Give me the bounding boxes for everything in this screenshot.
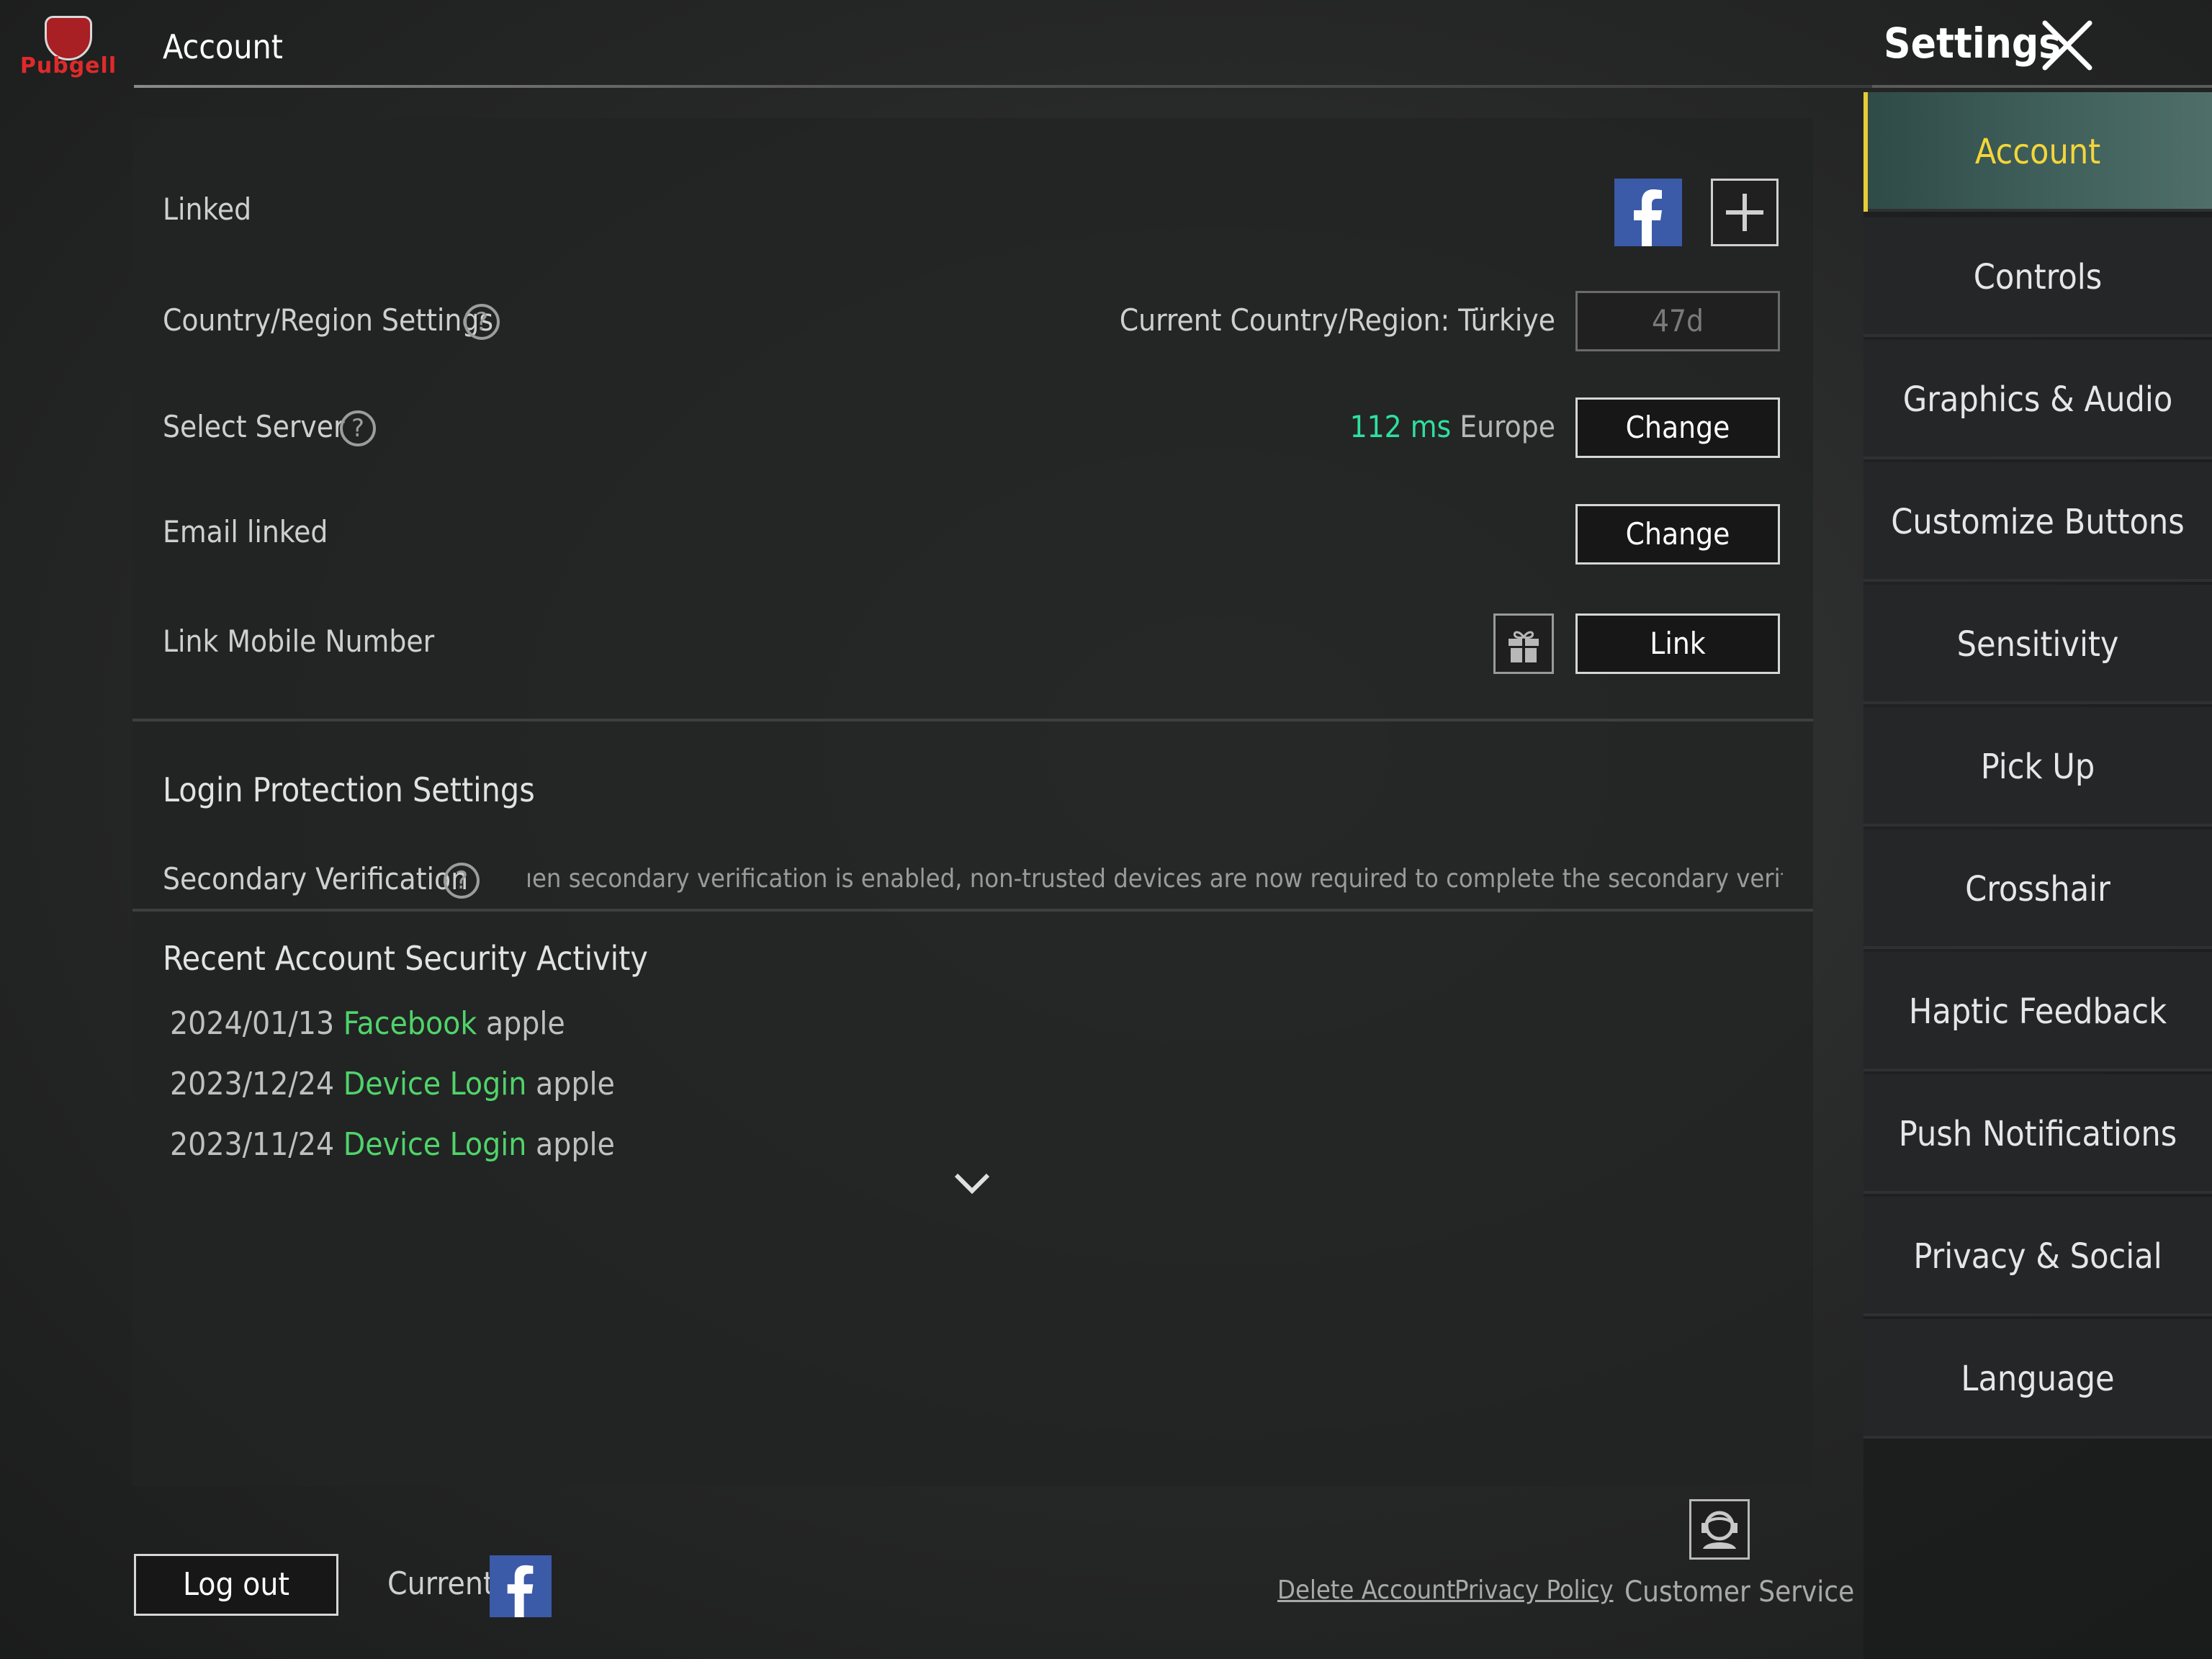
- activity-event: Facebook: [343, 1005, 477, 1042]
- help-icon[interactable]: ?: [340, 410, 376, 446]
- settings-divider: [1872, 85, 2212, 88]
- section-divider: [132, 909, 1813, 912]
- server-status: 112 ms Europe: [1152, 409, 1555, 444]
- change-email-button[interactable]: Change: [1575, 504, 1780, 565]
- sidebar-item-sensitivity[interactable]: Sensitivity: [1863, 585, 2212, 704]
- sidebar-item-crosshair[interactable]: Crosshair: [1863, 830, 2212, 949]
- activity-device: apple: [535, 1066, 615, 1102]
- current-account-label: Current: [387, 1565, 495, 1602]
- secondary-verification-label: Secondary Verification: [163, 861, 469, 896]
- section-divider: [132, 719, 1813, 721]
- activity-date: 2023/11/24: [170, 1126, 335, 1163]
- server-region: Europe: [1460, 409, 1555, 444]
- login-protection-heading: Login Protection Settings: [163, 770, 535, 809]
- settings-title: Settings: [1884, 19, 2062, 68]
- activity-event: Device Login: [343, 1066, 527, 1102]
- gift-icon[interactable]: [1493, 613, 1554, 674]
- logout-button[interactable]: Log out: [134, 1554, 338, 1616]
- sidebar-item-privacy-social[interactable]: Privacy & Social: [1863, 1197, 2212, 1316]
- activity-item: 2024/01/13 Facebook apple: [170, 1005, 565, 1042]
- server-ping: 112 ms: [1349, 409, 1452, 444]
- customer-service-label[interactable]: Customer Service: [1624, 1575, 1854, 1609]
- country-cooldown-button: 47d: [1575, 291, 1780, 351]
- sidebar-item-pick-up[interactable]: Pick Up: [1863, 707, 2212, 827]
- link-mobile-button[interactable]: Link: [1575, 613, 1780, 674]
- privacy-policy-link[interactable]: Privacy Policy: [1455, 1575, 1613, 1605]
- help-icon[interactable]: ?: [444, 863, 480, 899]
- add-link-button[interactable]: [1711, 179, 1779, 246]
- sidebar-item-controls[interactable]: Controls: [1863, 217, 2212, 337]
- activity-event: Device Login: [343, 1126, 527, 1163]
- activity-date: 2024/01/13: [170, 1005, 335, 1042]
- sidebar-item-language[interactable]: Language: [1863, 1319, 2212, 1439]
- activity-item: 2023/11/24 Device Login apple: [170, 1126, 615, 1163]
- sidebar-item-graphics-audio[interactable]: Graphics & Audio: [1863, 340, 2212, 459]
- delete-account-link[interactable]: Delete Account: [1277, 1575, 1455, 1605]
- current-country-text: Current Country/Region: Türkiye: [1119, 302, 1555, 338]
- recent-activity-heading: Recent Account Security Activity: [163, 939, 648, 978]
- game-logo: Pubgell: [16, 13, 121, 85]
- active-indicator: [1863, 92, 1868, 212]
- activity-date: 2023/12/24: [170, 1066, 335, 1102]
- linked-label: Linked: [163, 192, 252, 227]
- header-divider: [134, 85, 1876, 88]
- link-mobile-label: Link Mobile Number: [163, 624, 435, 659]
- sidebar-item-account[interactable]: Account: [1863, 92, 2212, 212]
- help-icon[interactable]: ?: [464, 304, 500, 340]
- country-region-label: Country/Region Settings: [163, 302, 494, 338]
- plus-icon: [1726, 194, 1763, 231]
- sidebar-item-haptic-feedback[interactable]: Haptic Feedback: [1863, 952, 2212, 1071]
- logo-text: Pubgell: [19, 53, 117, 78]
- facebook-icon: [490, 1555, 552, 1617]
- email-linked-label: Email linked: [163, 514, 328, 549]
- sidebar-item-push-notifications[interactable]: Push Notifications: [1863, 1074, 2212, 1194]
- close-icon[interactable]: [2041, 20, 2094, 71]
- change-server-button[interactable]: Change: [1575, 397, 1780, 458]
- chevron-down-icon[interactable]: [952, 1166, 992, 1198]
- activity-device: apple: [485, 1005, 565, 1042]
- activity-item: 2023/12/24 Device Login apple: [170, 1066, 615, 1102]
- secondary-verification-text: ıen secondary verification is enabled, n…: [526, 864, 1783, 894]
- customer-service-icon[interactable]: [1689, 1499, 1750, 1560]
- select-server-label: Select Server: [163, 409, 345, 444]
- facebook-icon[interactable]: [1614, 179, 1682, 246]
- page-title: Account: [163, 27, 283, 66]
- activity-device: apple: [535, 1126, 615, 1163]
- sidebar-item-customize-buttons[interactable]: Customize Buttons: [1863, 462, 2212, 582]
